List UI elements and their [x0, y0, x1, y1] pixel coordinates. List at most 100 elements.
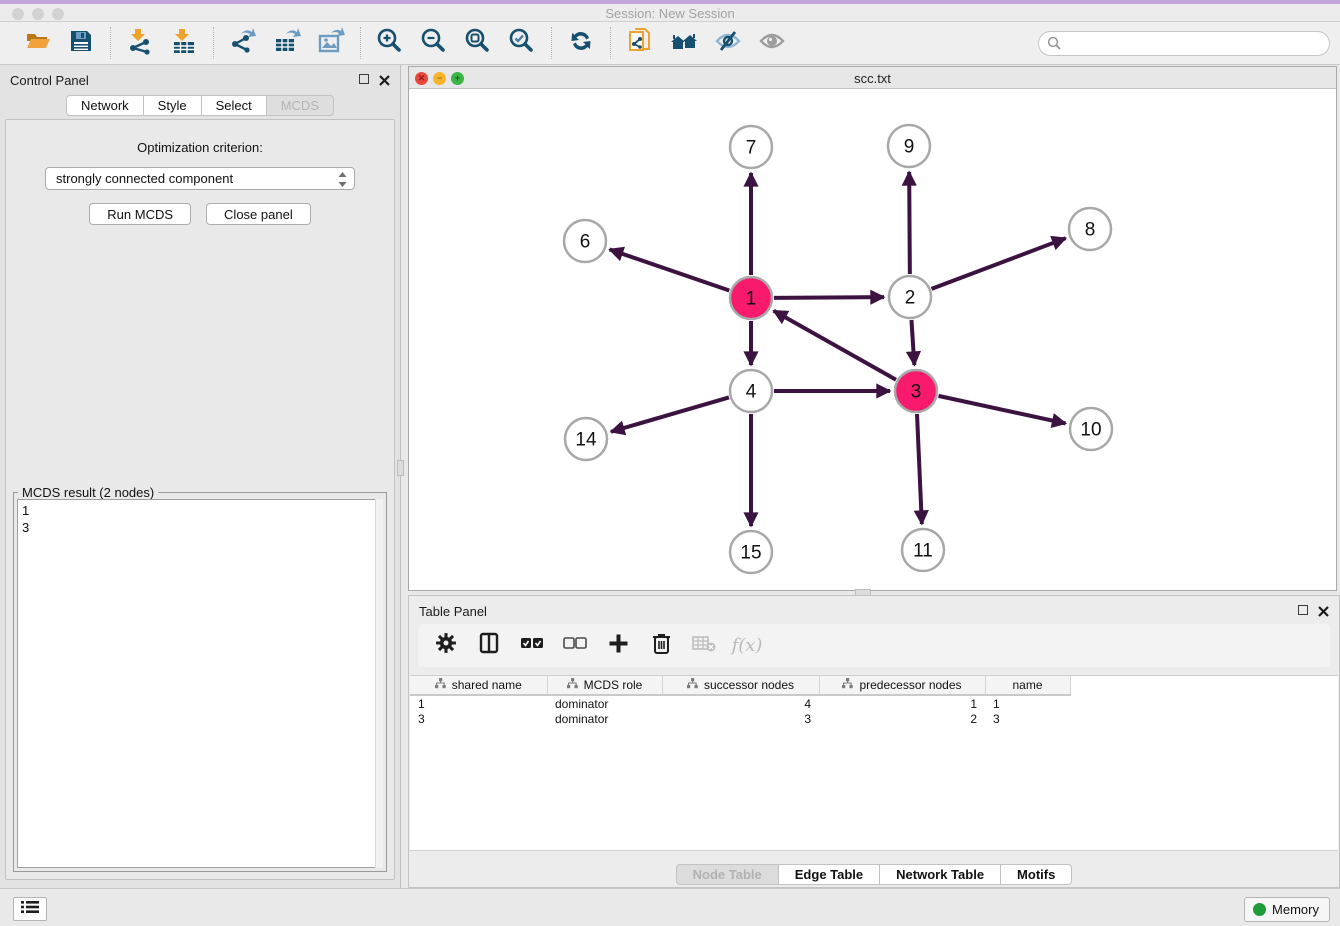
- cell-predecessor-nodes[interactable]: 2: [819, 711, 985, 727]
- show-columns-button[interactable]: [477, 634, 501, 658]
- save-session-button[interactable]: [66, 28, 96, 58]
- tab-motifs[interactable]: Motifs: [1001, 864, 1072, 885]
- open-session-button[interactable]: [22, 28, 52, 58]
- list-icon: [21, 900, 39, 919]
- hide-graphics-button[interactable]: [713, 28, 743, 58]
- export-table-button[interactable]: [272, 28, 302, 58]
- optimization-criterion-select[interactable]: strongly connected component: [45, 167, 355, 190]
- zoom-selected-button[interactable]: [507, 28, 537, 58]
- node-label-10: 10: [1080, 420, 1101, 441]
- search-input[interactable]: [1038, 31, 1330, 56]
- node-label-4: 4: [746, 382, 757, 403]
- column-header-successor-nodes[interactable]: successor nodes: [662, 676, 819, 695]
- optimization-criterion-label: Optimization criterion:: [6, 140, 394, 155]
- import-table-button[interactable]: [169, 28, 199, 58]
- cell-shared-name[interactable]: 1: [410, 695, 547, 711]
- mcds-result-fieldset: MCDS result (2 nodes) 1 3: [13, 492, 387, 872]
- node-label-8: 8: [1085, 220, 1096, 241]
- column-header-MCDS-role[interactable]: MCDS role: [547, 676, 662, 695]
- edge-4-14[interactable]: [611, 397, 729, 431]
- cell-predecessor-nodes[interactable]: 1: [819, 695, 985, 711]
- mcds-panel: Optimization criterion: strongly connect…: [5, 119, 395, 880]
- cell-name[interactable]: 1: [985, 695, 1070, 711]
- memory-button[interactable]: Memory: [1244, 897, 1330, 922]
- column-header-name[interactable]: name: [985, 676, 1070, 695]
- zoom-in-button[interactable]: [375, 28, 405, 58]
- tab-style[interactable]: Style: [144, 95, 202, 116]
- optimization-criterion-value: strongly connected component: [56, 171, 233, 186]
- cell-successor-nodes[interactable]: 3: [662, 711, 819, 727]
- cell-MCDS-role[interactable]: dominator: [547, 711, 662, 727]
- clone-network-button[interactable]: [625, 28, 655, 58]
- control-panel-tabs: NetworkStyleSelectMCDS: [0, 95, 400, 116]
- task-history-button[interactable]: [13, 897, 47, 921]
- column-header-shared-name[interactable]: shared name: [410, 676, 547, 695]
- select-all-button[interactable]: [520, 634, 544, 658]
- edge-3-1[interactable]: [774, 311, 896, 380]
- mcds-result-list[interactable]: 1 3: [17, 499, 383, 868]
- column-label: MCDS role: [584, 678, 643, 692]
- function-builder-button[interactable]: f(x): [735, 634, 759, 658]
- export-network-button[interactable]: [228, 28, 258, 58]
- show-graphics-button[interactable]: [757, 28, 787, 58]
- table-options-button[interactable]: [434, 634, 458, 658]
- zoom-fit-icon: [464, 27, 492, 60]
- table-panel: Table Panel f(x) shared nameMCDS rolesuc…: [408, 595, 1340, 888]
- clone-network-icon: [626, 27, 654, 60]
- column-label: name: [1012, 678, 1042, 692]
- table-panel-tabs: Node TableEdge TableNetwork TableMotifs: [409, 864, 1339, 885]
- column-label: successor nodes: [704, 678, 794, 692]
- tab-network[interactable]: Network: [66, 95, 144, 116]
- cell-shared-name[interactable]: 3: [410, 711, 547, 727]
- export-table-icon: [273, 27, 301, 60]
- home-view-button[interactable]: [669, 28, 699, 58]
- network-graph[interactable]: 1234678910111415: [409, 89, 1336, 590]
- tab-node-table[interactable]: Node Table: [676, 864, 779, 885]
- edge-1-2[interactable]: [774, 297, 884, 298]
- cell-successor-nodes[interactable]: 4: [662, 695, 819, 711]
- tab-mcds[interactable]: MCDS: [267, 95, 334, 116]
- edge-2-9[interactable]: [909, 172, 910, 274]
- plus-icon: [608, 633, 629, 659]
- import-network-button[interactable]: [125, 28, 155, 58]
- add-column-button[interactable]: [606, 634, 630, 658]
- vertical-splitter-handle[interactable]: [397, 460, 404, 476]
- trash-icon: [652, 632, 671, 659]
- column-label: predecessor nodes: [859, 678, 961, 692]
- apply-layout-button[interactable]: [566, 28, 596, 58]
- run-mcds-button[interactable]: Run MCDS: [89, 203, 191, 225]
- delete-column-button[interactable]: [649, 634, 673, 658]
- edge-3-10[interactable]: [938, 396, 1065, 424]
- zoom-out-button[interactable]: [419, 28, 449, 58]
- cell-MCDS-role[interactable]: dominator: [547, 695, 662, 711]
- edge-1-6[interactable]: [610, 249, 730, 290]
- column-header-predecessor-nodes[interactable]: predecessor nodes: [819, 676, 985, 695]
- network-title: scc.txt: [409, 71, 1336, 86]
- tab-edge-table[interactable]: Edge Table: [779, 864, 880, 885]
- close-panel-button[interactable]: Close panel: [206, 203, 311, 225]
- delete-table-button[interactable]: [692, 634, 716, 658]
- edge-3-11[interactable]: [917, 414, 922, 524]
- float-table-panel-icon[interactable]: [1298, 605, 1308, 615]
- tab-select[interactable]: Select: [202, 95, 267, 116]
- table-row[interactable]: 3dominator323: [410, 711, 1070, 727]
- float-panel-icon[interactable]: [359, 74, 369, 84]
- export-image-button[interactable]: [316, 28, 346, 58]
- edge-2-8[interactable]: [932, 238, 1066, 289]
- table-row[interactable]: 1dominator411: [410, 695, 1070, 711]
- tab-network-table[interactable]: Network Table: [880, 864, 1001, 885]
- node-label-15: 15: [740, 543, 761, 564]
- result-scrollbar[interactable]: [375, 499, 383, 868]
- open-folder-icon: [24, 27, 51, 59]
- table-toolbar: f(x): [418, 624, 1330, 667]
- houses-icon: [669, 27, 699, 60]
- close-table-panel-icon[interactable]: [1318, 604, 1329, 615]
- deselect-all-button[interactable]: [563, 634, 587, 658]
- export-network-icon: [229, 27, 257, 60]
- zoom-fit-button[interactable]: [463, 28, 493, 58]
- select-stepper-icon: [338, 172, 347, 193]
- close-panel-icon[interactable]: [379, 73, 390, 84]
- cell-name[interactable]: 3: [985, 711, 1070, 727]
- hierarchy-icon: [567, 678, 578, 692]
- edge-2-3[interactable]: [911, 320, 914, 365]
